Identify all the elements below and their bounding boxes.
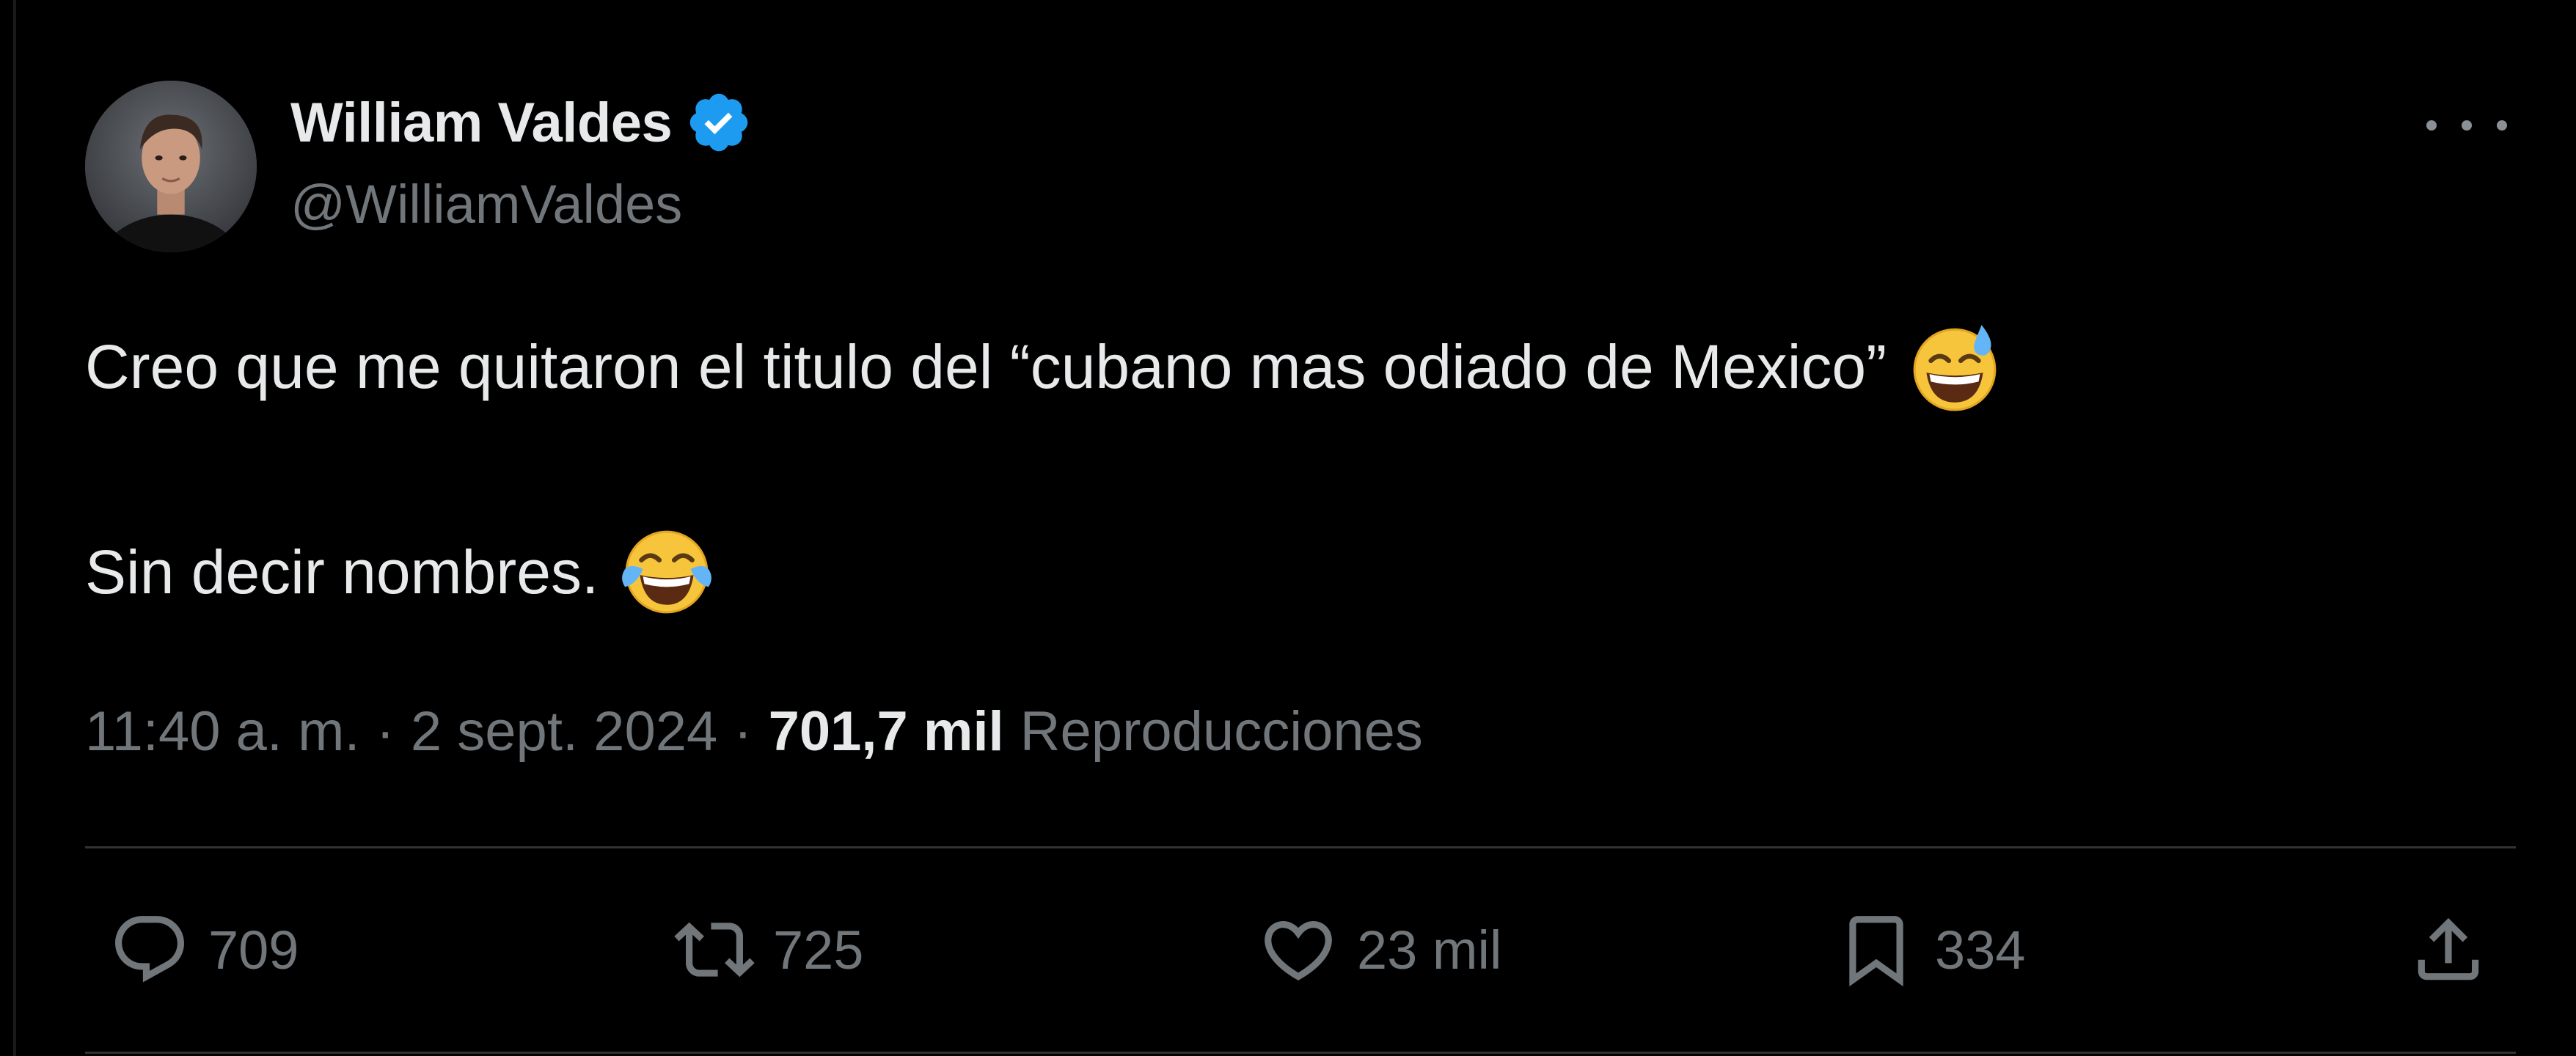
- avatar[interactable]: [85, 81, 257, 252]
- bookmark-button[interactable]: 334: [1834, 909, 2025, 990]
- repost-button[interactable]: 725: [672, 909, 863, 990]
- meta-separator: ·: [376, 700, 395, 763]
- more-dot: [2426, 120, 2437, 131]
- more-horizontal-icon[interactable]: [2426, 107, 2507, 144]
- reply-count: 709: [208, 919, 299, 980]
- views-label[interactable]: Reproducciones: [1020, 700, 1423, 763]
- tweet-text: Creo que me quitaron el titulo del “cuba…: [85, 323, 2520, 616]
- views-count[interactable]: 701,7 mil: [769, 700, 1004, 763]
- heart-icon: [1256, 909, 1341, 990]
- tweet-text-line-2: Sin decir nombres.: [85, 538, 599, 606]
- tweet-time[interactable]: 11:40 a. m.: [85, 700, 360, 763]
- avatar-image: [85, 81, 257, 252]
- repost-icon: [672, 909, 757, 990]
- grinning-face-with-sweat-icon: [1907, 319, 2002, 414]
- share-icon: [2406, 909, 2491, 990]
- face-with-tears-of-joy-icon: [619, 524, 714, 620]
- tweet-date[interactable]: 2 sept. 2024: [411, 700, 717, 763]
- tweet-meta: 11:40 a. m. · 2 sept. 2024 · 701,7 mil R…: [85, 691, 1423, 771]
- more-dot: [2462, 120, 2472, 131]
- repost-count: 725: [773, 919, 864, 980]
- reply-button[interactable]: 709: [107, 909, 299, 990]
- like-button[interactable]: 23 mil: [1256, 909, 1501, 990]
- divider: [85, 1052, 2516, 1054]
- tweet-text-line: Creo que me quitaron el titulo del “cuba…: [85, 323, 2520, 411]
- display-name[interactable]: William Valdes: [290, 91, 673, 155]
- user-handle[interactable]: @WilliamValdes: [290, 173, 682, 235]
- column-border: [13, 0, 16, 1056]
- meta-separator: ·: [733, 700, 753, 763]
- verified-badge-icon[interactable]: [685, 89, 753, 156]
- user-name-row[interactable]: William Valdes: [290, 87, 753, 158]
- tweet-card: William Valdes @WilliamValdes Creo que m…: [85, 0, 2516, 1056]
- divider: [85, 846, 2516, 848]
- share-button[interactable]: [2406, 909, 2507, 990]
- reply-icon: [107, 909, 192, 990]
- bookmark-count: 334: [1935, 919, 2026, 980]
- more-dot: [2497, 120, 2507, 131]
- tweet-text-line: Sin decir nombres.: [85, 528, 2520, 616]
- bookmark-icon: [1834, 909, 1919, 990]
- tweet-text-line-1: Creo que me quitaron el titulo del “cuba…: [85, 332, 1887, 401]
- like-count: 23 mil: [1357, 919, 1502, 980]
- tweet-detail-view: William Valdes @WilliamValdes Creo que m…: [0, 0, 2576, 1056]
